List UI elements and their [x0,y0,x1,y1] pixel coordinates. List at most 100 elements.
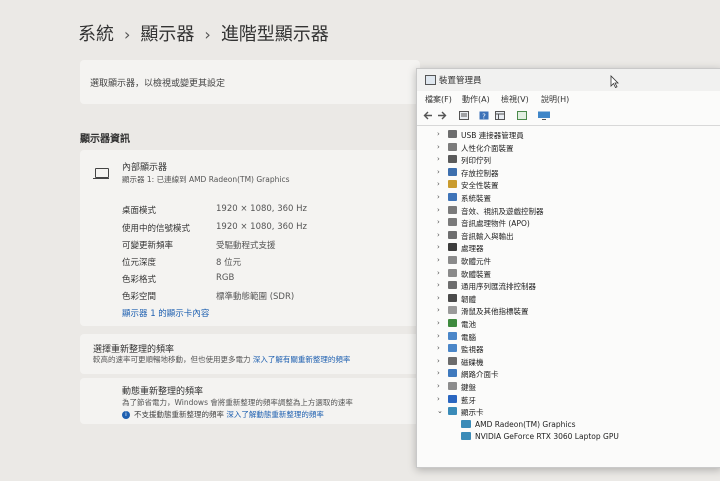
tree-node[interactable]: › 藍牙 [417,394,717,407]
info-row: 色彩格式 RGB [122,273,234,285]
tree-node[interactable]: › 系統裝置 [417,192,717,205]
info-row: 可變更新頻率 受驅動程式支援 [122,239,276,251]
display-name: 內部顯示器 [122,163,168,173]
chevron-right-icon[interactable]: › [437,306,440,314]
scan-hardware-icon[interactable] [517,111,527,120]
chevron-right-icon[interactable]: › [437,231,440,239]
processor-icon [448,243,457,252]
tree-node[interactable]: › 電腦 [417,331,717,344]
dynamic-refresh-desc: 為了節省電力，Windows 會將重新整理的頻率調整為上方選取的速率 [122,398,353,407]
tree-child-node[interactable]: NVIDIA GeForce RTX 3060 Laptop GPU [417,431,717,444]
chevron-right-icon[interactable]: › [437,319,440,327]
tree-node[interactable]: › 處理器 [417,242,717,255]
chevron-right-icon[interactable]: › [437,143,440,151]
tree-node[interactable]: › 軟體元件 [417,255,717,268]
device-manager-icon [425,75,436,85]
tree-node-label: 軟體裝置 [461,269,491,279]
tree-node-label: 軟體元件 [461,257,491,266]
chevron-down-icon[interactable]: ⌄ [437,407,443,415]
info-value: 標準動態範圍 (SDR) [216,292,295,302]
chevron-right-icon[interactable]: › [437,155,440,163]
forward-arrow-icon[interactable] [437,111,447,120]
tree-node-label: 網路介面卡 [461,370,499,380]
tree-node[interactable]: › 鍵盤 [417,381,717,394]
tree-node[interactable]: › 滑鼠及其他指標裝置 [417,305,717,318]
device-manager-window: 裝置管理員 檔案(F) 動作(A) 檢視(V) 說明(H) ? › USB 連接器… [416,68,720,468]
chevron-right-icon[interactable]: › [437,294,440,302]
info-row: 使用中的信號模式 1920 × 1080, 360 Hz [122,222,307,234]
tree-node[interactable]: › 音效、視訊及遊戲控制器 [417,205,717,218]
menu-view[interactable]: 檢視(V) [501,94,529,105]
tree-node-label: 音訊輸入與輸出 [461,231,514,241]
refresh-rate-learn-more-link[interactable]: 深入了解有關重新整理的頻率 [253,355,351,364]
info-label: 色彩空間 [122,292,157,302]
info-row: 色彩空間 標準動態範圍 (SDR) [122,290,294,302]
chevron-right-icon[interactable]: › [437,168,440,176]
dynamic-refresh-learn-more-link[interactable]: 深入了解動態重新整理的頻率 [226,410,324,419]
tree-node-label: 電池 [461,320,476,329]
tree-node-label: 系統裝置 [461,194,491,203]
help-icon[interactable]: ? [479,111,489,120]
info-value: 受驅動程式支援 [216,241,276,251]
chevron-right-icon[interactable]: › [437,332,440,340]
toolbar: ? [417,107,720,126]
info-label: 桌面模式 [122,206,157,216]
chevron-right-icon[interactable]: › [437,281,440,289]
tree-node[interactable]: › 人性化介面裝置 [417,142,717,155]
adapter-properties-link[interactable]: 顯示器 1 的顯示卡內容 [122,307,209,319]
tree-node[interactable]: › 韌體 [417,293,717,306]
tree-node[interactable]: › 監視器 [417,343,717,356]
display-connection: 顯示器 1: 已連線到 AMD Radeon(TM) Graphics [122,175,290,184]
chevron-right-icon[interactable]: › [437,206,440,214]
tree-node[interactable]: › 通用序列匯流排控制器 [417,280,717,293]
tree-node[interactable]: › 安全性裝置 [417,179,717,192]
tree-node[interactable]: › 電池 [417,318,717,331]
usb-icon [448,130,457,138]
properties-icon[interactable] [459,111,469,120]
menu-help[interactable]: 說明(H) [541,94,569,105]
hid-icon [448,142,457,151]
tree-node-label: 音訊處理物件 (APO) [461,219,530,229]
chevron-right-icon[interactable]: › [437,193,440,201]
chevron-right-icon[interactable]: › [437,180,440,188]
tree-node-label: USB 連接器管理員 [461,131,524,140]
back-arrow-icon[interactable] [423,111,433,120]
chevron-right-icon[interactable]: › [437,243,440,251]
chevron-right-icon[interactable]: › [437,218,440,226]
chevron-right-icon[interactable]: › [437,395,440,403]
tree-node-label: 韌體 [461,294,476,304]
breadcrumb-system[interactable]: 系統 [78,24,114,45]
menu-action[interactable]: 動作(A) [462,94,490,105]
chevron-right-icon[interactable]: › [437,344,440,352]
breadcrumb-separator: › [124,25,131,44]
tree-node-expanded[interactable]: ⌄ 顯示卡 [417,406,717,419]
chevron-right-icon[interactable]: › [437,357,440,365]
chevron-right-icon[interactable]: › [437,382,440,390]
tree-child-node[interactable]: AMD Radeon(TM) Graphics [417,419,717,432]
breadcrumb-advanced-display: 進階型顯示器 [220,24,329,45]
dynamic-refresh-title: 動態重新整理的頻率 [122,387,204,397]
menu-file[interactable]: 檔案(F) [425,94,452,105]
device-manager-titlebar[interactable]: 裝置管理員 [417,69,720,91]
tree-node[interactable]: › 磁碟機 [417,356,717,369]
tree-node[interactable]: › 音訊處理物件 (APO) [417,217,717,230]
tree-node-label: NVIDIA GeForce RTX 3060 Laptop GPU [475,432,619,442]
monitor-toolbar-icon[interactable] [537,111,551,120]
details-icon[interactable] [495,111,505,120]
disk-icon [448,356,457,365]
speaker-icon [448,230,457,239]
tree-node[interactable]: › 音訊輸入與輸出 [417,230,717,243]
tree-node[interactable]: › 存放控制器 [417,167,717,180]
mouse-icon [448,306,457,315]
chevron-right-icon[interactable]: › [437,369,440,377]
tree-node[interactable]: › 列印佇列 [417,154,717,167]
tree-node[interactable]: › 網路介面卡 [417,368,717,381]
chevron-right-icon[interactable]: › [437,130,440,138]
tree-node-label: 顯示卡 [461,408,484,418]
tree-node[interactable]: › 軟體裝置 [417,268,717,281]
breadcrumb-display[interactable]: 顯示器 [140,24,194,45]
chevron-right-icon[interactable]: › [437,269,440,277]
tree-node[interactable]: › USB 連接器管理員 [417,129,717,142]
chevron-right-icon[interactable]: › [437,256,440,264]
breadcrumb-separator: › [204,25,211,44]
